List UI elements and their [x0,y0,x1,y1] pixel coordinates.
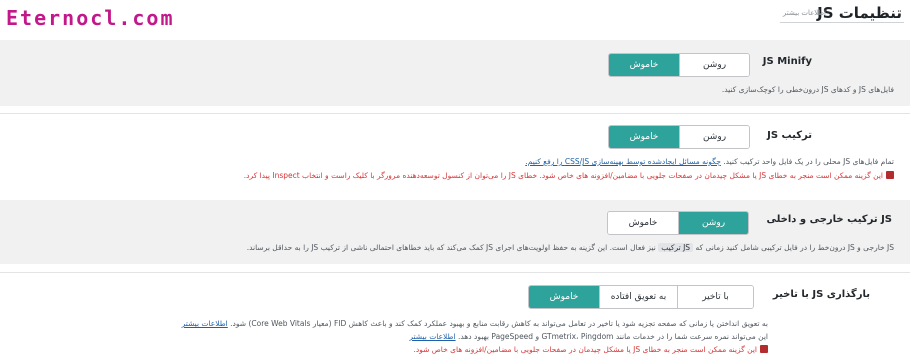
toggle-deferred[interactable]: به تعویق افتاده [599,286,677,308]
more-info-link[interactable]: اطلاعات بیشتر [182,319,228,328]
setting-js-combine: ترکیب JS خاموش روشن تمام فایل‌های JS محل… [0,113,910,188]
title-divider [780,22,904,23]
code-tag: JS ترکیب [658,243,694,252]
warning-icon [886,171,894,179]
toggle-off[interactable]: خاموش [609,54,679,76]
setting-js-combine-external: JS ترکیب خارجی و داخلی خاموش روشن JS خار… [0,200,910,264]
toggle-on[interactable]: روشن [679,54,749,76]
warning-text: این گزینه ممکن است منجر به خطای JS یا مش… [244,171,894,180]
warning-text: این گزینه ممکن است منجر به خطای JS یا مش… [413,345,768,354]
setting-js-defer: بارگذاری JS با تاخیر خاموش به تعویق افتا… [0,272,910,358]
toggle-off[interactable]: خاموش [529,286,599,308]
toggle-on[interactable]: روشن [679,126,749,148]
combine-toggle[interactable]: خاموش روشن [608,125,750,149]
setting-description: به تعویق انداختن یا زمانی که صفحه تجزیه … [181,319,768,328]
setting-description: فایل‌های JS و کدهای JS درون‌خطی را کوچک‌… [721,85,894,94]
page-title: تنظیمات JS [817,4,902,22]
help-link[interactable]: چگونه مسائل ایجادشده توسط بهینه‌سازی CSS… [525,157,721,166]
warning-icon [760,345,768,353]
page-header: Eternocl.com تنظیمات JS اطلاعات بیشتر [0,0,910,34]
setting-js-minify: JS Minify خاموش روشن فایل‌های JS و کدهای… [0,40,910,106]
combine-external-toggle[interactable]: خاموش روشن [607,211,749,235]
brand-watermark: Eternocl.com [6,6,175,30]
setting-description: تمام فایل‌های JS محلی را در یک فایل واحد… [525,157,894,166]
setting-description: JS خارجی و JS درون‌خط را در فایل ترکیبی … [246,243,894,252]
minify-toggle[interactable]: خاموش روشن [608,53,750,77]
toggle-off[interactable]: خاموش [608,212,678,234]
defer-toggle[interactable]: خاموش به تعویق افتاده با تاخیر [528,285,754,309]
setting-label: JS ترکیب خارجی و داخلی [766,214,892,225]
toggle-delayed[interactable]: با تاخیر [677,286,753,308]
page-subtitle[interactable]: اطلاعات بیشتر [783,9,826,17]
setting-label: ترکیب JS [767,130,812,141]
more-info-link[interactable]: اطلاعات بیشتر [409,332,455,341]
toggle-off[interactable]: خاموش [609,126,679,148]
setting-label: بارگذاری JS با تاخیر [772,289,870,300]
setting-label: JS Minify [762,56,812,67]
setting-description-2: این می‌تواند نمره سرعت شما را در خدمات م… [409,332,768,341]
toggle-on[interactable]: روشن [678,212,748,234]
